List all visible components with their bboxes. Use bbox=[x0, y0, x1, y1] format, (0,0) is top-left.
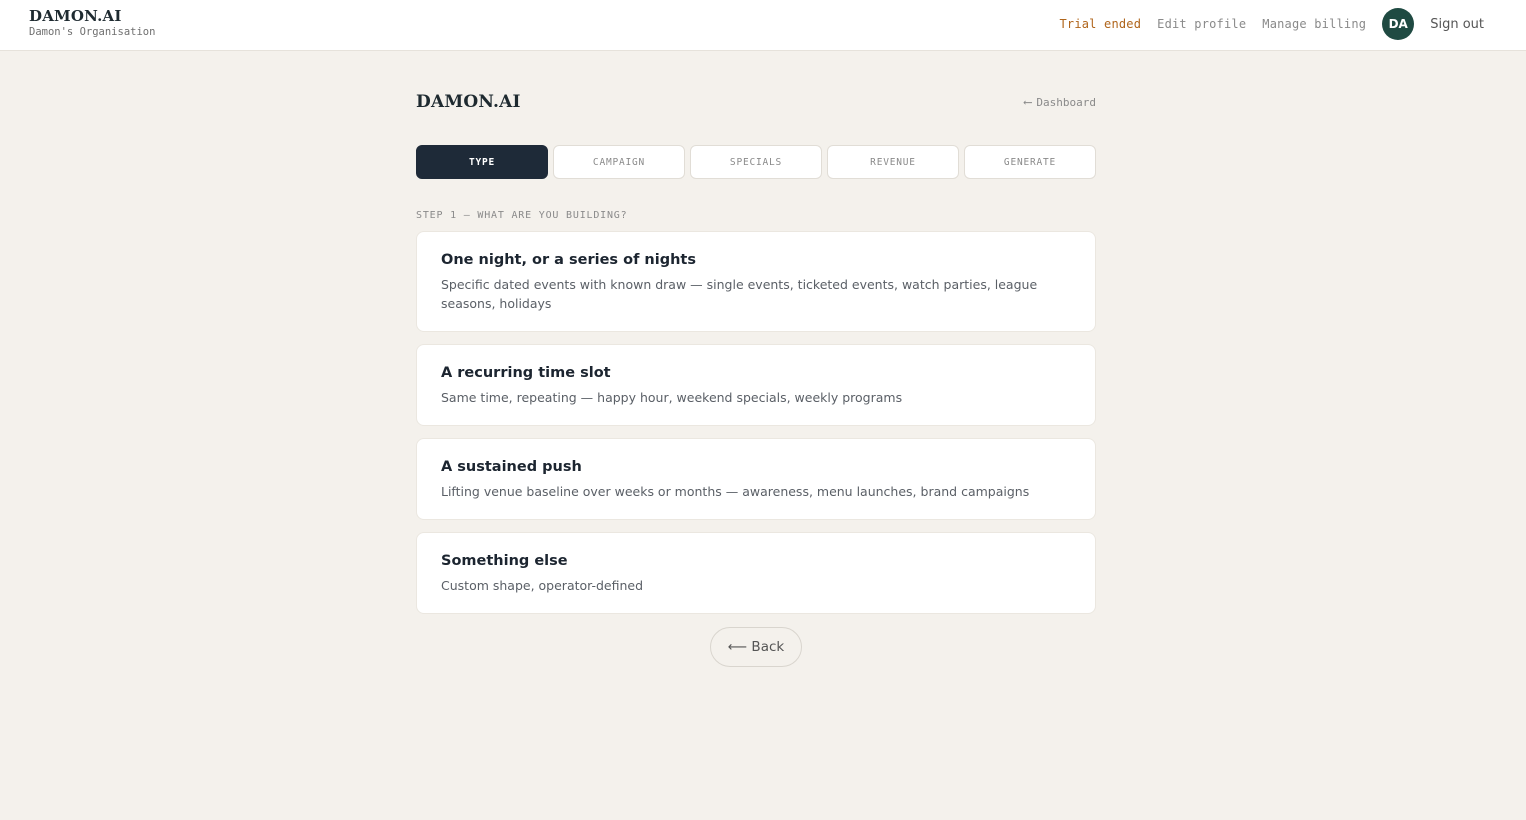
step-tab-campaign[interactable]: CAMPAIGN bbox=[553, 145, 685, 179]
option-card-something-else[interactable]: Something else Custom shape, operator-de… bbox=[416, 532, 1096, 614]
dashboard-link[interactable]: ⟵ Dashboard bbox=[1024, 95, 1096, 109]
brand-name: DAMON.AI bbox=[29, 7, 122, 25]
option-title: Something else bbox=[441, 553, 568, 569]
option-card-recurring-time-slot[interactable]: A recurring time slot Same time, repeati… bbox=[416, 344, 1096, 426]
option-description: Same time, repeating — happy hour, weeke… bbox=[441, 390, 903, 405]
page-header: DAMON.AI ⟵ Dashboard bbox=[416, 90, 1096, 114]
organisation-name: Damon's Organisation bbox=[29, 26, 156, 38]
back-button[interactable]: ⟵ Back bbox=[710, 627, 802, 667]
page-title: DAMON.AI bbox=[416, 92, 521, 112]
option-title: One night, or a series of nights bbox=[441, 252, 696, 268]
sign-out-button[interactable]: Sign out bbox=[1430, 17, 1484, 32]
main-content: DAMON.AI ⟵ Dashboard TYPE CAMPAIGN SPECIA… bbox=[416, 90, 1096, 667]
option-card-sustained-push[interactable]: A sustained push Lifting venue baseline … bbox=[416, 438, 1096, 520]
brand-block[interactable]: DAMON.AI Damon's Organisation bbox=[29, 7, 155, 39]
manage-billing-link[interactable]: Manage billing bbox=[1262, 17, 1366, 31]
option-description: Lifting venue baseline over weeks or mon… bbox=[441, 484, 1030, 499]
step-tab-generate[interactable]: GENERATE bbox=[964, 145, 1096, 179]
top-bar: DAMON.AI Damon's Organisation Trial ende… bbox=[0, 0, 1526, 51]
top-nav: Trial ended Edit profile Manage billing … bbox=[1059, 8, 1484, 40]
trial-status-link[interactable]: Trial ended bbox=[1059, 17, 1141, 31]
option-title: A recurring time slot bbox=[441, 365, 611, 381]
avatar[interactable]: DA bbox=[1382, 8, 1415, 40]
dashboard-link-label: Dashboard bbox=[1036, 96, 1096, 109]
option-list: One night, or a series of nights Specifi… bbox=[416, 231, 1096, 614]
step-tab-type[interactable]: TYPE bbox=[416, 145, 548, 179]
option-description: Custom shape, operator-defined bbox=[441, 578, 644, 593]
option-title: A sustained push bbox=[441, 459, 582, 475]
arrow-left-icon: ⟵ bbox=[1024, 95, 1032, 109]
step-tabs: TYPE CAMPAIGN SPECIALS REVENUE GENERATE bbox=[416, 145, 1096, 179]
option-description: Specific dated events with known draw — … bbox=[441, 277, 1038, 311]
step-heading: STEP 1 — WHAT ARE YOU BUILDING? bbox=[416, 210, 628, 221]
step-tab-revenue[interactable]: REVENUE bbox=[827, 145, 959, 179]
back-wrap: ⟵ Back bbox=[416, 627, 1096, 667]
edit-profile-link[interactable]: Edit profile bbox=[1157, 17, 1246, 31]
option-card-series-of-nights[interactable]: One night, or a series of nights Specifi… bbox=[416, 231, 1096, 332]
step-tab-specials[interactable]: SPECIALS bbox=[690, 145, 822, 179]
